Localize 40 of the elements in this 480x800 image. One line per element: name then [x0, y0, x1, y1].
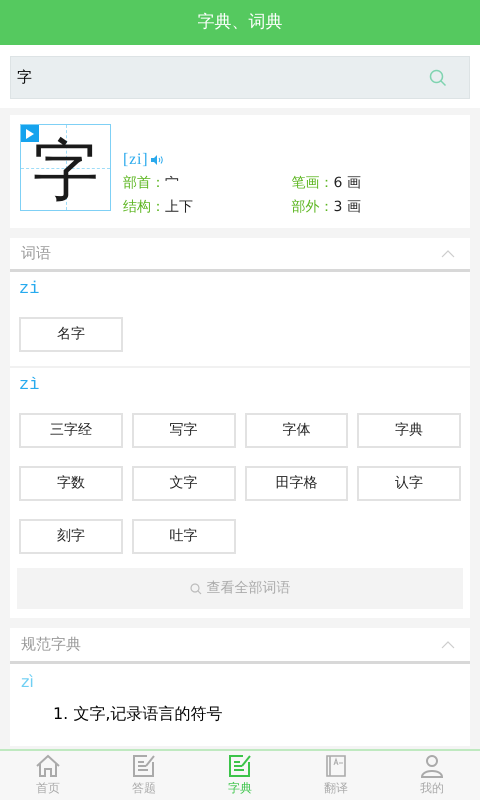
book-icon: [324, 754, 348, 778]
collapse-icon[interactable]: [441, 250, 455, 258]
word-button[interactable]: 名字: [19, 317, 123, 352]
search-icon[interactable]: [429, 68, 447, 86]
header-title: 字典、词典: [198, 10, 282, 34]
collapse-icon[interactable]: [441, 640, 455, 648]
person-icon: [420, 754, 444, 778]
search-box[interactable]: 字: [10, 56, 470, 99]
info-label: 部外：: [292, 198, 334, 217]
word-button[interactable]: 字数: [19, 466, 123, 501]
word-button[interactable]: 字体: [244, 413, 348, 448]
info-value: 宀: [165, 174, 179, 193]
info-label: 部首：: [123, 174, 165, 193]
play-icon: [26, 128, 34, 138]
word-button[interactable]: 文字: [132, 466, 236, 501]
word-button[interactable]: 三字经: [19, 413, 123, 448]
pinyin-text: zi: [19, 279, 40, 302]
section-title: 规范字典: [21, 634, 81, 656]
character-glyph: 字: [32, 138, 98, 204]
definition-text: 1. 文字,记录语言的符号: [53, 703, 224, 725]
info-label: 结构：: [123, 198, 165, 217]
pinyin-text: [zi]: [123, 150, 148, 170]
word-button[interactable]: 刻字: [19, 519, 123, 554]
pinyin-text: zì: [19, 375, 40, 398]
word-button[interactable]: 田字格: [244, 466, 348, 501]
edit-note-icon: [132, 754, 156, 778]
info-label: 笔画：: [292, 174, 334, 193]
word-button[interactable]: 吐字: [132, 519, 236, 554]
word-button[interactable]: 字典: [357, 413, 461, 448]
word-button[interactable]: 认字: [357, 466, 461, 501]
word-button[interactable]: 写字: [132, 413, 236, 448]
search-icon: [190, 582, 202, 594]
info-value: 6 画: [334, 174, 361, 193]
pinyin-text: zì: [21, 671, 35, 693]
info-value: 3 画: [334, 198, 361, 217]
home-icon: [35, 754, 61, 778]
info-value: 上下: [165, 198, 193, 217]
edit-note-icon: [228, 754, 252, 778]
section-title: 词语: [21, 243, 51, 264]
speaker-icon[interactable]: [151, 155, 164, 165]
